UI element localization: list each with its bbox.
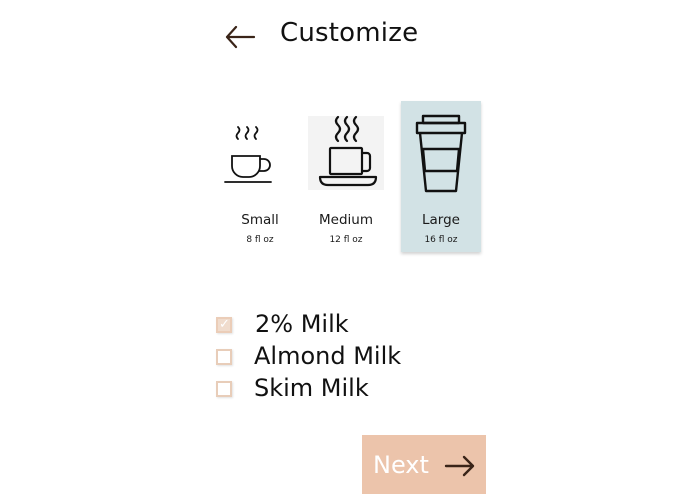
checkbox[interactable] [216, 381, 232, 397]
arrow-left-icon [225, 25, 256, 49]
milk-option-label: 2% Milk [255, 310, 349, 338]
page-title: Customize [280, 18, 419, 48]
medium-mug-icon [308, 115, 384, 190]
large-togo-cup-icon [415, 114, 467, 193]
milk-option-label: Almond Milk [254, 342, 402, 370]
size-option-medium[interactable]: Medium 12 fl oz [306, 101, 386, 252]
size-label: Small [241, 212, 279, 228]
size-label: Medium [319, 212, 373, 228]
checkbox[interactable] [216, 349, 232, 365]
check-icon: ✓ [219, 317, 230, 332]
size-label: Large [422, 212, 460, 228]
arrow-right-icon [444, 455, 475, 477]
milk-option-label: Skim Milk [254, 374, 369, 402]
next-button-label: Next [373, 451, 429, 479]
checkbox-checked[interactable]: ✓ [216, 317, 232, 333]
size-volume: 8 fl oz [246, 235, 274, 245]
small-cup-icon [224, 126, 272, 183]
back-button[interactable] [224, 24, 256, 50]
size-option-large[interactable]: Large 16 fl oz [401, 101, 481, 252]
size-volume: 16 fl oz [424, 235, 458, 245]
size-volume: 12 fl oz [329, 235, 363, 245]
next-button[interactable]: Next [362, 435, 486, 494]
size-option-small[interactable]: Small 8 fl oz [220, 101, 300, 252]
